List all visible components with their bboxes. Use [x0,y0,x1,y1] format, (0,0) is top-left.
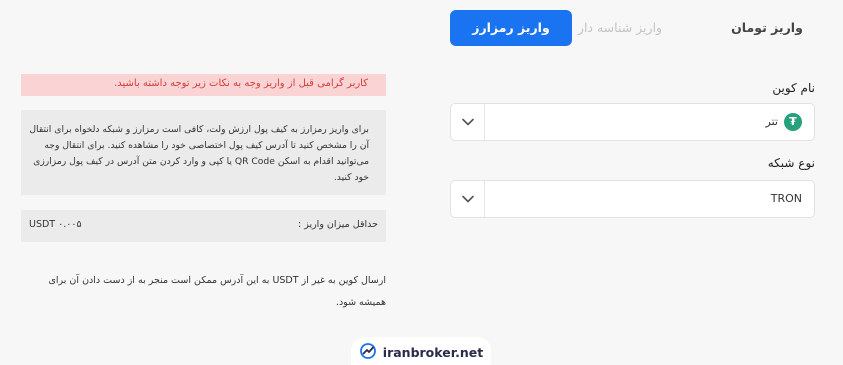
tab-id-deposit[interactable]: واریز شناسه دار [565,10,675,46]
brand-logo-icon [359,342,377,363]
tether-icon: ₮ [784,113,802,131]
deposit-instructions: برای واریز رمزارز به کیف پول ارزش ولت، ک… [21,110,386,195]
tab-crypto-deposit[interactable]: واریز رمزارز [450,10,572,46]
network-select-value: TRON [771,181,802,217]
coin-select-value: ₮ تتر [766,104,802,140]
coin-select[interactable]: ₮ تتر [450,103,815,141]
brand-name: iranbroker.net [382,344,484,360]
coin-label: نام کوین [772,81,815,95]
tab-toman-deposit[interactable]: واریز تومان [720,10,814,46]
deposit-tabs: واریز رمزارز واریز شناسه دار واریز تومان [450,10,814,46]
network-select[interactable]: TRON [450,180,815,218]
network-warning-note: ارسال کوین به غیر از USDT به این آدرس مم… [48,275,386,308]
warning-banner: کاربر گرامی قبل از واریز وجه به نکات زیر… [21,74,386,96]
chevron-down-icon[interactable] [451,104,485,140]
min-deposit-value: USDT ۰.۰۰۵ [29,219,82,230]
min-deposit-row: حداقل میزان واریز : USDT ۰.۰۰۵ [21,210,386,242]
coin-value-text: تتر [765,115,778,128]
network-value-text: TRON [770,192,802,205]
brand-watermark: iranbroker.net [351,337,491,365]
network-label: نوع شبکه [767,156,815,170]
chevron-down-icon[interactable] [451,181,485,217]
min-deposit-label: حداقل میزان واریز : [297,219,378,230]
